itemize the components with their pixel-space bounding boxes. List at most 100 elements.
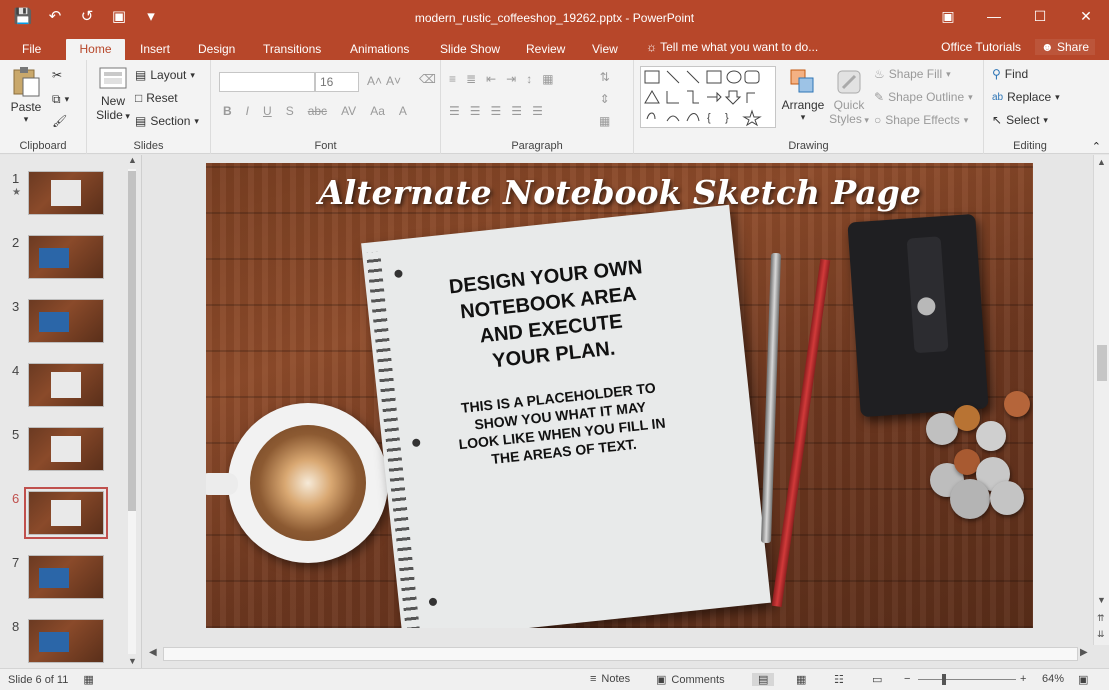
slide-thumbnail-6[interactable]: 6 <box>8 487 132 543</box>
tab-design[interactable]: Design <box>188 39 245 60</box>
tab-slide-show[interactable]: Slide Show <box>430 39 510 60</box>
redo-icon[interactable]: ↺ <box>78 6 96 26</box>
normal-view-button[interactable]: ▤ <box>752 673 775 686</box>
slide-thumbnail-5[interactable]: 5 <box>8 427 132 479</box>
slide-counter[interactable]: Slide 6 of 11 ▦ <box>8 673 94 687</box>
slide-horizontal-scrollbar[interactable]: ◀ ▶ <box>143 645 1093 665</box>
scroll-down-icon[interactable]: ▼ <box>128 656 137 666</box>
slide-title[interactable]: Alternate Notebook Sketch Page <box>206 173 1033 212</box>
thumbnail-scroll-thumb[interactable] <box>128 171 136 511</box>
copy-button[interactable]: ⧉ ▾ <box>52 92 69 107</box>
scroll-up-icon[interactable]: ▲ <box>1097 157 1106 167</box>
save-icon[interactable]: 💾 <box>14 6 33 26</box>
notebook-body-text[interactable]: THIS IS A PLACEHOLDER TO SHOW YOU WHAT I… <box>438 376 684 473</box>
shape-effects-button[interactable]: ○ Shape Effects ▾ <box>874 113 968 127</box>
previous-slide-icon[interactable]: ⇈ <box>1097 613 1105 624</box>
slide-sorter-button[interactable]: ▦ <box>796 673 806 686</box>
find-button[interactable]: ⚲ Find <box>992 67 1028 81</box>
maximize-icon[interactable]: ☐ <box>1017 0 1063 32</box>
align-text-icon[interactable]: ☰ <box>532 104 543 118</box>
layout-button[interactable]: ▤ Layout ▾ <box>135 68 195 82</box>
ribbon-display-icon[interactable]: ▣ <box>925 0 971 32</box>
paste-button[interactable]: Paste ▾ <box>8 66 44 125</box>
next-slide-icon[interactable]: ⇊ <box>1097 629 1105 640</box>
comments-button[interactable]: ▣ Comments <box>656 673 725 687</box>
tab-review[interactable]: Review <box>516 39 575 60</box>
present-icon[interactable]: ▣ <box>110 6 128 26</box>
minimize-icon[interactable]: — <box>971 0 1017 32</box>
strikethrough-button[interactable]: abc <box>308 104 327 118</box>
vertical-scroll-thumb[interactable] <box>1097 345 1107 381</box>
slide-thumbnail-3[interactable]: 3 <box>8 299 132 351</box>
section-button[interactable]: ▤ Section ▾ <box>135 114 199 128</box>
office-tutorials-account[interactable]: Office Tutorials <box>941 40 1021 54</box>
horizontal-scroll-track[interactable] <box>163 647 1078 661</box>
tab-transitions[interactable]: Transitions <box>253 39 331 60</box>
columns-icon[interactable]: ▦ <box>542 72 553 86</box>
format-painter-button[interactable]: 🖌 <box>52 114 67 128</box>
zoom-level[interactable]: 64% <box>1042 673 1064 685</box>
slide-thumbnail-1[interactable]: 1 ★ <box>8 171 132 223</box>
bold-button[interactable]: B <box>223 104 232 118</box>
scroll-right-icon[interactable]: ▶ <box>1080 647 1088 658</box>
shape-outline-button[interactable]: ✎ Shape Outline ▾ <box>874 90 973 104</box>
font-color-button[interactable]: A <box>399 104 407 118</box>
fit-slide-button[interactable]: ▣ <box>1078 673 1088 686</box>
align-right-icon[interactable]: ☰ <box>491 104 502 118</box>
collapse-ribbon-icon[interactable]: ⌃ <box>1092 140 1101 153</box>
shadow-button[interactable]: S <box>286 104 294 118</box>
shape-fill-button[interactable]: ♨ Shape Fill ▾ <box>874 67 951 81</box>
cut-button[interactable]: ✂ <box>52 68 62 82</box>
undo-icon[interactable]: ↶ <box>46 6 64 26</box>
slide-thumbnail-2[interactable]: 2 <box>8 235 132 287</box>
zoom-slider[interactable] <box>918 679 1016 680</box>
slide-vertical-scrollbar[interactable]: ▲ ▼ ⇈ ⇊ <box>1093 155 1109 645</box>
clear-format-button[interactable]: ⌫ <box>419 72 436 86</box>
notebook-heading[interactable]: DESIGN YOUR OWN NOTEBOOK AREA AND EXECUT… <box>425 252 675 381</box>
share-button[interactable]: ☻ Share <box>1034 39 1095 55</box>
align-left-icon[interactable]: ☰ <box>449 104 460 118</box>
tab-animations[interactable]: Animations <box>340 39 419 60</box>
reset-button[interactable]: □ Reset <box>135 91 178 105</box>
underline-button[interactable]: U <box>263 104 272 118</box>
new-slide-button[interactable]: New Slide ▾ <box>93 66 133 122</box>
change-case-button[interactable]: Aa <box>370 104 385 118</box>
bullets-icon[interactable]: ≡ <box>449 72 456 86</box>
scroll-left-icon[interactable]: ◀ <box>149 647 157 658</box>
thumbnail-scrollbar[interactable]: ▲ ▼ <box>125 155 139 668</box>
smartart-icon[interactable]: ▦ <box>599 114 610 128</box>
font-size-combo[interactable]: 16 <box>315 72 359 92</box>
select-button[interactable]: ↖ Select ▾ <box>992 113 1048 127</box>
quick-styles-button[interactable]: Quick Styles ▾ <box>828 68 870 126</box>
slide-thumbnail-8[interactable]: 8 <box>8 619 132 671</box>
arrange-button[interactable]: Arrange ▾ <box>780 68 826 123</box>
zoom-out-button[interactable]: − <box>904 673 910 685</box>
spelling-icon[interactable]: ▦ <box>83 673 93 686</box>
slideshow-button[interactable]: ▭ <box>872 673 882 686</box>
scroll-up-icon[interactable]: ▲ <box>128 155 137 165</box>
align-center-icon[interactable]: ☰ <box>470 104 481 118</box>
zoom-in-button[interactable]: + <box>1020 673 1026 685</box>
italic-button[interactable]: I <box>246 104 249 118</box>
tab-view[interactable]: View <box>582 39 628 60</box>
shapes-gallery[interactable]: {} <box>640 66 776 128</box>
line-spacing-icon[interactable]: ↕ <box>526 72 532 86</box>
slide-thumbnail-7[interactable]: 7 <box>8 555 132 607</box>
close-icon[interactable]: ✕ <box>1063 0 1109 32</box>
notes-button[interactable]: ≡ Notes <box>590 673 630 685</box>
slide-thumbnail-4[interactable]: 4 <box>8 363 132 415</box>
font-name-combo[interactable] <box>219 72 315 92</box>
zoom-slider-thumb[interactable] <box>942 674 946 685</box>
tab-file[interactable]: File <box>12 39 51 60</box>
font-grow-decrease[interactable]: A˄ A˅ <box>367 74 401 88</box>
customize-qat-icon[interactable]: ▾ <box>142 6 160 26</box>
tab-insert[interactable]: Insert <box>130 39 180 60</box>
decrease-indent-icon[interactable]: ⇤ <box>486 72 496 86</box>
text-direction-icon[interactable]: ⇅ <box>600 70 610 84</box>
numbering-icon[interactable]: ≣ <box>466 72 476 86</box>
replace-button[interactable]: ab Replace ▾ <box>992 90 1060 104</box>
reading-view-button[interactable]: ☷ <box>834 673 844 686</box>
align-text-vertical-icon[interactable]: ⇕ <box>600 92 610 106</box>
char-spacing-button[interactable]: AV <box>341 104 356 118</box>
increase-indent-icon[interactable]: ⇥ <box>506 72 516 86</box>
